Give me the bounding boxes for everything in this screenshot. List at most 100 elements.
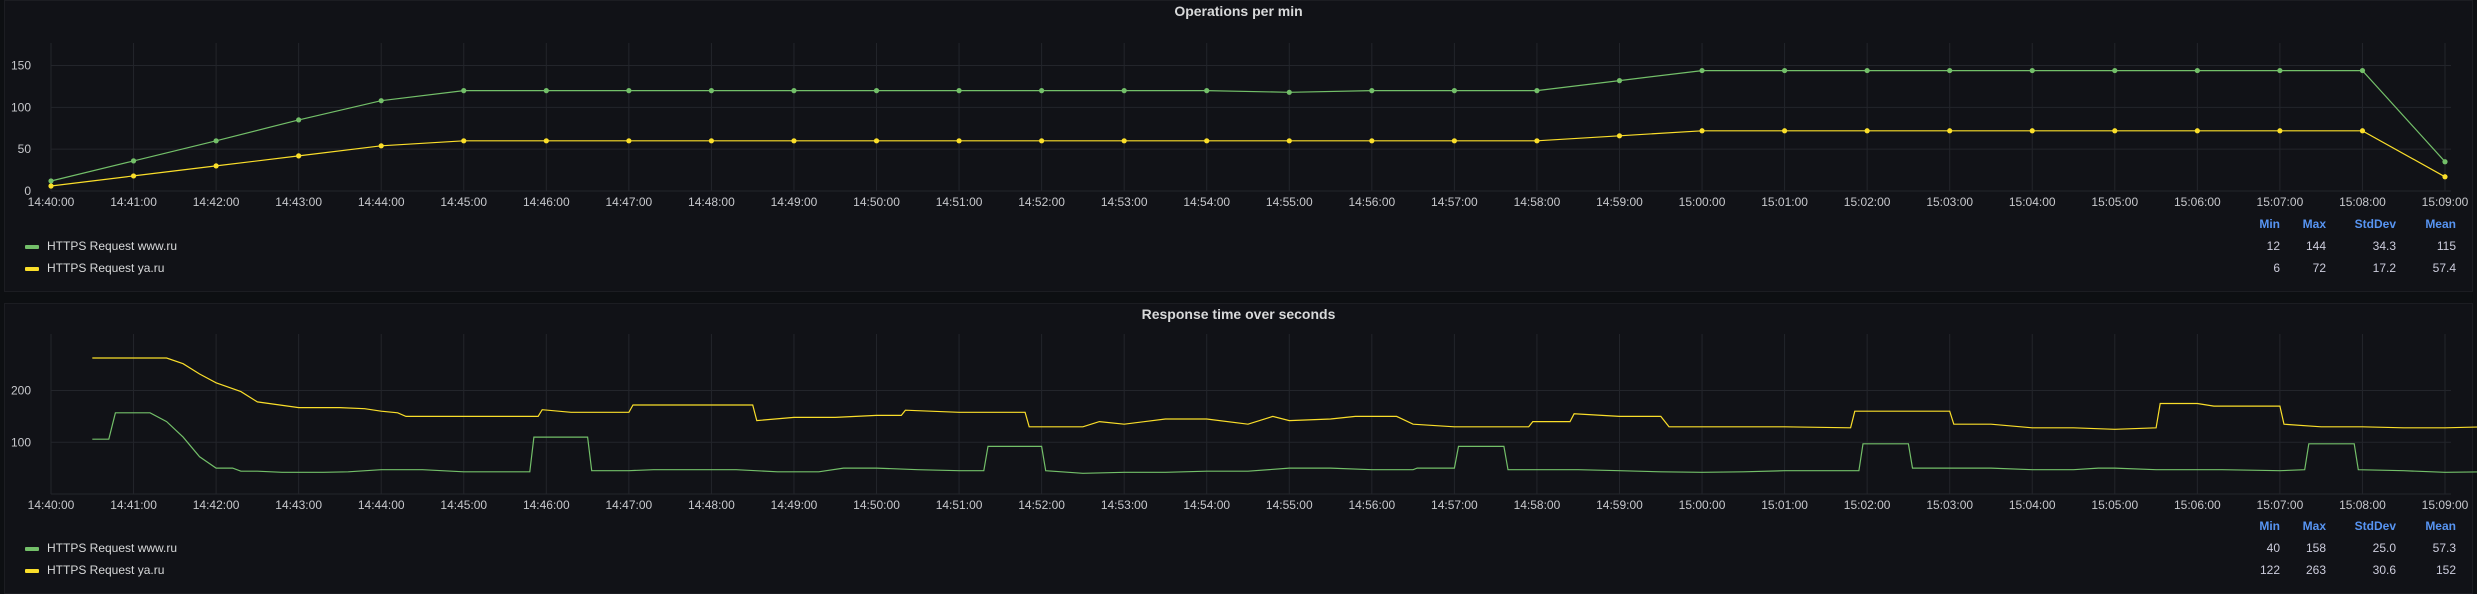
data-point bbox=[543, 88, 549, 94]
response-time-panel: Response time over seconds 14:40:00 14:41… bbox=[4, 303, 2477, 594]
legend-header-max[interactable]: Max bbox=[2286, 217, 2326, 231]
y-tick-label: 100 bbox=[11, 100, 31, 114]
x-tick-label: 14:54:00 bbox=[1183, 498, 1230, 512]
x-tick-label: 14:55:00 bbox=[1266, 498, 1313, 512]
data-point bbox=[1616, 78, 1623, 84]
operations-panel: Operations per min 14:40:00 14:41:00 14:42… bbox=[4, 0, 2473, 292]
x-tick-label: 15:06:00 bbox=[2174, 195, 2221, 209]
data-point bbox=[2029, 128, 2035, 134]
x-tick-label: 15:06:00 bbox=[2174, 498, 2221, 512]
x-tick-label: 14:43:00 bbox=[275, 498, 322, 512]
x-tick-label: 14:51:00 bbox=[936, 195, 983, 209]
x-tick-label: 15:03:00 bbox=[1926, 498, 1973, 512]
x-tick-label: 14:48:00 bbox=[688, 195, 735, 209]
data-point bbox=[626, 88, 632, 94]
legend-item-www[interactable]: HTTPS Request www.ru 40 158 25.0 57.3 bbox=[23, 539, 2456, 561]
x-tick-label: 14:53:00 bbox=[1101, 195, 1148, 209]
legend-series-name[interactable]: HTTPS Request www.ru bbox=[47, 541, 177, 555]
legend-swatch bbox=[25, 569, 39, 573]
x-tick-label: 14:50:00 bbox=[853, 195, 900, 209]
series-line-www bbox=[92, 412, 2477, 474]
data-point bbox=[1039, 88, 1045, 94]
legend-item-www[interactable]: HTTPS Request www.ru 12 144 34.3 115 bbox=[23, 237, 2456, 259]
x-tick-label: 14:59:00 bbox=[1596, 498, 1643, 512]
legend-header-stddev[interactable]: StdDev bbox=[2336, 519, 2396, 533]
data-point bbox=[1534, 88, 1540, 94]
x-tick-label: 15:00:00 bbox=[1679, 195, 1726, 209]
x-tick-label: 15:05:00 bbox=[2091, 498, 2138, 512]
legend-swatch bbox=[25, 267, 39, 271]
legend-header-min[interactable]: Min bbox=[2240, 217, 2280, 231]
legend-max-value: 144 bbox=[2305, 239, 2326, 253]
legend-min-value: 40 bbox=[2266, 541, 2280, 555]
x-tick-label: 14:58:00 bbox=[1514, 195, 1561, 209]
response-time-chart: 14:40:00 14:41:00 14:42:00 14:43:00 14:44:00… bbox=[11, 334, 2477, 512]
legend-item-ya[interactable]: HTTPS Request ya.ru 6 72 17.2 57.4 bbox=[23, 259, 2456, 281]
legend-max-value: 158 bbox=[2305, 541, 2326, 555]
legend-series-name[interactable]: HTTPS Request ya.ru bbox=[47, 261, 164, 275]
x-tick-label: 14:45:00 bbox=[440, 195, 487, 209]
legend-series-name[interactable]: HTTPS Request www.ru bbox=[47, 239, 177, 253]
x-tick-label: 14:57:00 bbox=[1431, 195, 1478, 209]
legend-series-name[interactable]: HTTPS Request ya.ru bbox=[47, 563, 164, 577]
data-point bbox=[1039, 138, 1045, 144]
data-point bbox=[213, 163, 219, 169]
data-point bbox=[1369, 138, 1375, 144]
legend-swatch bbox=[25, 547, 39, 551]
data-point bbox=[1451, 138, 1457, 144]
data-point bbox=[1864, 128, 1870, 134]
legend-stddev-value: 30.6 bbox=[2372, 563, 2396, 577]
x-tick-label: 15:08:00 bbox=[2339, 498, 2386, 512]
legend-header-min[interactable]: Min bbox=[2240, 519, 2280, 533]
data-point bbox=[130, 158, 137, 164]
legend: Min Max StdDev Mean HTTPS Request www.ru… bbox=[23, 517, 2456, 583]
data-point bbox=[1451, 88, 1457, 94]
x-tick-label: 14:54:00 bbox=[1183, 195, 1230, 209]
data-point bbox=[378, 98, 384, 104]
data-point bbox=[1947, 67, 1953, 74]
legend-header-mean[interactable]: Mean bbox=[2406, 217, 2456, 231]
x-tick-label: 15:04:00 bbox=[2009, 195, 2056, 209]
data-point bbox=[791, 88, 797, 94]
data-point bbox=[708, 88, 715, 94]
data-point bbox=[791, 138, 797, 144]
data-point bbox=[1699, 67, 1705, 74]
legend-min-value: 122 bbox=[2259, 563, 2280, 577]
data-point bbox=[956, 88, 962, 94]
x-tick-label: 14:43:00 bbox=[275, 195, 322, 209]
y-tick-label: 200 bbox=[11, 384, 31, 398]
x-tick-label: 14:52:00 bbox=[1018, 195, 1065, 209]
data-point bbox=[1204, 138, 1210, 144]
data-point bbox=[1204, 88, 1210, 94]
legend-header-max[interactable]: Max bbox=[2286, 519, 2326, 533]
x-tick-label: 15:09:00 bbox=[2422, 498, 2469, 512]
x-tick-label: 14:46:00 bbox=[523, 498, 570, 512]
x-tick-label: 14:51:00 bbox=[936, 498, 983, 512]
x-tick-label: 14:44:00 bbox=[358, 195, 405, 209]
legend: Min Max StdDev Mean HTTPS Request www.ru… bbox=[23, 215, 2456, 281]
legend-header-mean[interactable]: Mean bbox=[2406, 519, 2456, 533]
legend-item-ya[interactable]: HTTPS Request ya.ru 122 263 30.6 152 bbox=[23, 561, 2456, 583]
x-tick-label: 15:07:00 bbox=[2257, 195, 2304, 209]
legend-swatch bbox=[25, 245, 39, 249]
data-point bbox=[461, 88, 467, 94]
legend-mean-value: 57.3 bbox=[2432, 541, 2456, 555]
x-tick-label: 14:57:00 bbox=[1431, 498, 1478, 512]
data-point bbox=[2277, 128, 2283, 134]
x-tick-label: 14:56:00 bbox=[1348, 498, 1395, 512]
legend-min-value: 12 bbox=[2266, 239, 2280, 253]
x-tick-label: 14:49:00 bbox=[771, 195, 818, 209]
x-tick-label: 15:09:00 bbox=[2422, 195, 2469, 209]
x-tick-label: 14:41:00 bbox=[110, 195, 157, 209]
legend-header-stddev[interactable]: StdDev bbox=[2336, 217, 2396, 231]
legend-stddev-value: 25.0 bbox=[2372, 541, 2396, 555]
data-point bbox=[2194, 67, 2200, 74]
data-point bbox=[378, 143, 384, 149]
data-point bbox=[461, 138, 467, 144]
data-point bbox=[2112, 67, 2118, 74]
x-tick-label: 14:42:00 bbox=[193, 195, 240, 209]
x-tick-label: 14:52:00 bbox=[1018, 498, 1065, 512]
legend-stddev-value: 34.3 bbox=[2372, 239, 2396, 253]
x-tick-label: 15:08:00 bbox=[2339, 195, 2386, 209]
x-tick-label: 14:42:00 bbox=[193, 498, 240, 512]
